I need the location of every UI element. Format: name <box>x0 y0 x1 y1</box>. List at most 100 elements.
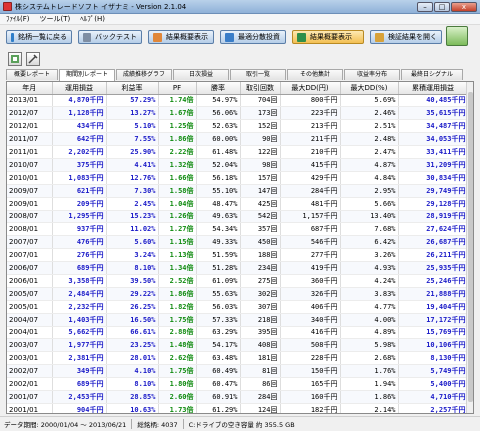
table-cell: 1,295千円 <box>52 210 107 224</box>
column-header[interactable]: 運用損益 <box>52 82 107 95</box>
table-row[interactable]: 2007/07 476千円 5.60% 1.15倍 49.33% 450回 546千円 6.4… <box>7 235 469 250</box>
table-cell: 34,053千円 <box>398 132 469 147</box>
column-header[interactable]: PF <box>158 82 197 95</box>
table-cell: 1.66倍 <box>158 171 197 185</box>
table-cell: 349千円 <box>52 364 107 379</box>
table-row[interactable]: 2006/07 689千円 8.10% 1.34倍 51.28% 234回 419千円 4.9… <box>7 261 469 275</box>
table-row[interactable]: 2009/07 621千円 7.30% 1.58倍 55.10% 147回 284千円 2.9… <box>7 184 469 198</box>
table-cell: 8,130千円 <box>398 351 469 366</box>
table-row[interactable]: 2002/01 689千円 8.10% 1.80倍 60.47% 86回 165千円 1.94… <box>7 377 469 391</box>
open-result-button[interactable]: 検証結果を開く <box>370 30 442 44</box>
table-row[interactable]: 2013/01 4,870千円 57.29% 1.74倍 54.97% 704回 800千円… <box>7 94 469 108</box>
close-button[interactable]: x <box>451 1 477 12</box>
export-icon[interactable] <box>8 52 22 66</box>
table-cell: 21,888千円 <box>398 287 469 301</box>
menu-help[interactable]: ﾍﾙﾌﾟ(H) <box>80 14 105 24</box>
table-cell: 2008/01 <box>7 222 53 237</box>
tab-period-report[interactable]: 期間別レポート <box>59 69 115 81</box>
tab-performance-chart[interactable]: 成績推移グラフ <box>116 69 172 80</box>
table-cell: 25,935千円 <box>398 261 469 275</box>
table-row[interactable]: 2004/01 5,662千円 66.61% 2.88倍 63.29% 395回 416千円… <box>7 326 469 340</box>
vertical-scrollbar[interactable] <box>466 82 473 413</box>
table-row[interactable]: 2007/01 276千円 3.24% 1.13倍 51.59% 188回 277千円 3.2… <box>7 248 469 263</box>
table-cell: 2002/01 <box>7 377 53 391</box>
table-cell: 228千円 <box>280 351 341 366</box>
table-cell: 5,749千円 <box>398 364 469 379</box>
tab-trade-list[interactable]: 取引一覧 <box>230 69 286 80</box>
table-row[interactable]: 2012/01 434千円 5.10% 1.25倍 52.63% 152回 213千円 2.5… <box>7 119 469 134</box>
table-cell: 5.66% <box>340 197 399 211</box>
table-row[interactable]: 2006/01 3,358千円 39.50% 2.52倍 61.09% 275回 360千円… <box>7 274 469 288</box>
table-row[interactable]: 2010/07 375千円 4.41% 1.32倍 52.04% 98回 415千円 4.87… <box>7 158 469 172</box>
status-separator <box>182 419 184 429</box>
result-summary-button[interactable]: 結果概要表示 <box>148 30 214 44</box>
back-to-list-button[interactable]: 銘柄一覧に戻る <box>6 30 72 44</box>
table-cell: 1,083千円 <box>52 171 107 185</box>
column-header[interactable]: 勝率 <box>196 82 241 95</box>
status-data-period: データ期間: 2000/01/04 ～ 2013/06/21 <box>4 421 127 429</box>
column-header[interactable]: 利益率 <box>106 82 159 95</box>
table-row[interactable]: 2010/01 1,083千円 12.76% 1.66倍 56.18% 157回 429千円… <box>7 171 469 185</box>
backtest-icon <box>83 32 91 42</box>
table-cell: 49.33% <box>196 235 241 250</box>
column-header[interactable]: 最大DD(円) <box>280 82 341 95</box>
column-header[interactable]: 年月 <box>7 82 53 95</box>
table-cell: 218回 <box>240 313 281 327</box>
chart-icon <box>153 32 162 42</box>
table-row[interactable]: 2003/07 1,977千円 23.25% 1.48倍 54.17% 408回 508千円… <box>7 338 469 353</box>
table-row[interactable]: 2008/07 1,295千円 15.23% 1.26倍 49.63% 542回 1,157… <box>7 210 469 224</box>
optimal-distribution-button[interactable]: 最適分散投資 <box>220 30 286 44</box>
table-cell: 11.02% <box>106 222 159 237</box>
table-row[interactable]: 2008/01 937千円 11.02% 1.27倍 54.34% 357回 687千円 7.… <box>7 222 469 237</box>
table-cell: 25,246千円 <box>398 274 469 288</box>
table-icon <box>297 32 306 42</box>
menu-file[interactable]: ﾌｧｲﾙ(F) <box>6 14 30 24</box>
period-report-grid[interactable]: 年月 運用損益 利益率 PF 勝率 取引回数 最大DD(円) 最大DD(%) 累積運用損益 20… <box>6 81 474 414</box>
table-cell: 450回 <box>240 235 281 250</box>
table-cell: 4.10% <box>106 364 159 379</box>
backtest-button[interactable]: バックテスト <box>78 30 142 44</box>
table-cell: 406千円 <box>280 300 341 314</box>
column-header[interactable]: 取引回数 <box>240 82 281 95</box>
scrollbar-thumb[interactable] <box>468 92 473 402</box>
table-cell: 416千円 <box>280 326 341 340</box>
table-cell: 2.95% <box>340 184 399 198</box>
table-row[interactable]: 2001/07 2,453千円 28.85% 2.60倍 60.91% 284回 160千円… <box>7 390 469 404</box>
table-cell: 302回 <box>240 287 281 301</box>
table-row[interactable]: 2012/07 1,128千円 13.27% 1.67倍 56.06% 173回 223千円… <box>7 106 469 121</box>
sub-toolbar <box>0 49 480 69</box>
tab-daily-pnl[interactable]: 日次損益 <box>173 69 229 80</box>
table-row[interactable]: 2003/01 2,381千円 28.01% 2.62倍 63.48% 181回 228千円… <box>7 351 469 366</box>
minimize-button[interactable]: – <box>417 1 433 12</box>
tab-return-distribution[interactable]: 収益率分布 <box>344 69 400 80</box>
table-row[interactable]: 2004/07 1,403千円 16.50% 1.75倍 57.33% 218回 340千円… <box>7 313 469 327</box>
table-row[interactable]: 2001/01 904千円 10.63% 1.73倍 61.29% 124回 182千円 2.… <box>7 403 469 413</box>
table-cell: 2,202千円 <box>52 145 107 159</box>
table-cell: 2.62倍 <box>158 351 197 366</box>
table-cell: 2006/07 <box>7 261 53 275</box>
table-row[interactable]: 2005/01 2,232千円 26.25% 1.82倍 56.03% 307回 406千円… <box>7 300 469 314</box>
table-cell: 52.63% <box>196 119 241 134</box>
table-cell: 704回 <box>240 94 281 108</box>
table-row[interactable]: 2009/01 209千円 2.45% 1.04倍 48.47% 425回 481千円 5.6… <box>7 197 469 211</box>
table-cell: 3.24% <box>106 248 159 263</box>
settings-icon[interactable] <box>26 52 40 66</box>
result-overview-button[interactable]: 結果概要表示 <box>292 30 364 44</box>
tab-final-signal[interactable]: 最終日シグナル <box>401 69 463 80</box>
maximize-button[interactable]: □ <box>434 1 450 12</box>
column-header[interactable]: 最大DD(%) <box>340 82 399 95</box>
table-cell: 395回 <box>240 326 281 340</box>
export-excel-button[interactable] <box>446 26 468 46</box>
table-row[interactable]: 2011/07 642千円 7.55% 1.86倍 60.00% 90回 211千円 2.48… <box>7 132 469 147</box>
tab-other-stats[interactable]: その他集計 <box>287 69 343 80</box>
table-row[interactable]: 2002/07 349千円 4.10% 1.75倍 60.49% 81回 150千円 1.76… <box>7 364 469 379</box>
column-header[interactable]: 累積運用損益 <box>398 82 469 95</box>
app-icon <box>3 2 12 11</box>
table-row[interactable]: 2005/07 2,484千円 29.22% 1.86倍 55.63% 302回 326千円… <box>7 287 469 301</box>
menu-tools[interactable]: ツール(T) <box>40 14 71 24</box>
table-row[interactable]: 2011/01 2,202千円 25.90% 2.22倍 61.48% 122回 210千円… <box>7 145 469 159</box>
table-cell: 51.28% <box>196 261 241 275</box>
table-cell: 56.18% <box>196 171 241 185</box>
tab-summary-report[interactable]: 概要レポート <box>6 69 58 80</box>
table-cell: 54.97% <box>196 94 241 108</box>
